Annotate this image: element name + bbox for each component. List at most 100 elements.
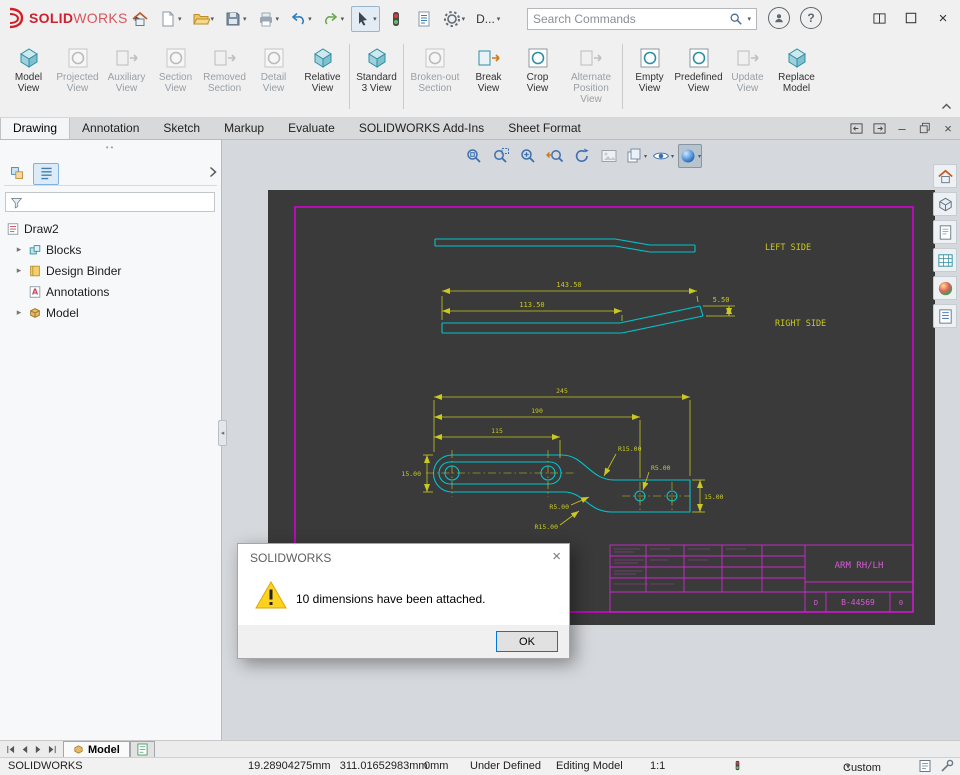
sheet-options-button[interactable]: ▾	[624, 144, 648, 168]
title-block-rev[interactable]: 0	[899, 599, 903, 607]
file-menu-button[interactable]: D... ▾	[472, 8, 504, 30]
dock-pane-right-button[interactable]	[871, 120, 887, 136]
label-left-side[interactable]: LEFT SIDE	[765, 243, 811, 253]
dimension-overall-length[interactable]: 245	[556, 387, 568, 395]
view-settings-button[interactable]: ▾	[678, 144, 702, 168]
tree-item-design-binder[interactable]: ▸ Design Binder	[0, 260, 221, 281]
tree-item-annotations[interactable]: A Annotations	[0, 281, 221, 302]
display-pane-tab[interactable]	[33, 162, 59, 185]
feature-manager-tree-tab[interactable]	[4, 163, 30, 185]
select-tool-button[interactable]: ▾	[351, 6, 380, 32]
expand-arrow-icon[interactable]: ▸	[14, 307, 24, 318]
ribbon-section-view-button[interactable]: Section View	[151, 42, 200, 98]
dimension-5-50[interactable]: 5.50	[713, 296, 730, 304]
tab-markup[interactable]: Markup	[212, 118, 276, 139]
tab-sheet-format[interactable]: Sheet Format	[496, 118, 593, 139]
next-sheet-button[interactable]	[32, 743, 45, 756]
ribbon-model-view-button[interactable]: Model View	[4, 42, 53, 98]
status-units-selector[interactable]: Custom ▾	[843, 760, 881, 774]
tree-item-draw2[interactable]: Draw2	[0, 218, 221, 239]
close-window-button[interactable]: ×	[932, 6, 954, 30]
grid-sheet-button[interactable]	[933, 248, 957, 272]
annotations-doc-button[interactable]	[933, 304, 957, 328]
hide-show-items-button[interactable]: ▾	[651, 144, 675, 168]
tree-filter-input[interactable]	[27, 196, 210, 208]
sheet-page-button[interactable]	[933, 220, 957, 244]
file-properties-button[interactable]	[412, 6, 436, 32]
dimension-hole-spacing[interactable]: 190	[531, 407, 543, 415]
tab-annotation[interactable]: Annotation	[70, 118, 151, 139]
label-right-side[interactable]: RIGHT SIDE	[775, 319, 826, 329]
last-sheet-button[interactable]	[46, 743, 59, 756]
dimension-113-50[interactable]: 113.50	[519, 301, 544, 309]
open-button[interactable]: ▾	[189, 6, 218, 32]
ribbon-removed-section-button[interactable]: Removed Section	[200, 42, 249, 98]
redraw-button[interactable]	[570, 144, 594, 168]
options-button[interactable]: ▾	[440, 6, 469, 32]
window-panes-button[interactable]	[868, 6, 890, 30]
isometric-view-button[interactable]	[933, 192, 957, 216]
ok-button[interactable]: OK	[496, 631, 558, 652]
ribbon-crop-view-button[interactable]: Crop View	[513, 42, 562, 98]
tree-item-model[interactable]: ▸ Model	[0, 302, 221, 323]
tab-solidworks-add-ins[interactable]: SOLIDWORKS Add-Ins	[347, 118, 496, 139]
ribbon-auxiliary-view-button[interactable]: Auxiliary View	[102, 42, 151, 98]
ribbon-update-view-button[interactable]: Update View	[723, 42, 772, 98]
previous-view-button[interactable]	[543, 144, 567, 168]
dimension-width-left[interactable]: 15.00	[401, 470, 421, 478]
ribbon-predefined-view-button[interactable]: Predefined View	[674, 42, 723, 98]
ribbon-replace-model-button[interactable]: Replace Model	[772, 42, 821, 98]
status-tools-icon[interactable]	[940, 759, 954, 773]
solidworks-logo[interactable]: SOLIDWORKS ▸	[6, 7, 140, 29]
draft-quality-button[interactable]	[597, 144, 621, 168]
ribbon-empty-view-button[interactable]: Empty View	[625, 42, 674, 98]
dialog-close-button[interactable]: ×	[552, 548, 561, 565]
drawing-sheet-tab[interactable]	[129, 741, 155, 757]
ribbon-relative-view-button[interactable]: Relative View	[298, 42, 347, 98]
panel-collapse-handle[interactable]: ◂	[218, 420, 227, 446]
ribbon-broken-out-section-button[interactable]: Broken-out Section	[406, 42, 464, 98]
ribbon-detail-view-button[interactable]: Detail View	[249, 42, 298, 98]
tab-drawing[interactable]: Drawing	[0, 118, 71, 139]
new-document-button[interactable]: ▾	[156, 6, 185, 32]
panel-expand-chevron-button[interactable]	[209, 166, 217, 181]
maximize-button[interactable]	[900, 6, 922, 30]
ribbon-break-view-button[interactable]: Break View	[464, 42, 513, 98]
zoom-to-fit-button[interactable]	[462, 144, 486, 168]
account-button[interactable]	[768, 7, 790, 29]
tab-evaluate[interactable]: Evaluate	[276, 118, 347, 139]
tab-sketch[interactable]: Sketch	[151, 118, 212, 139]
dock-pane-left-button[interactable]	[848, 120, 864, 136]
home-button[interactable]	[128, 6, 152, 32]
title-block-size[interactable]: D	[814, 599, 818, 607]
apply-scene-button[interactable]	[933, 276, 957, 300]
home-view-button[interactable]	[933, 164, 957, 188]
ribbon-standard-3-view-button[interactable]: Standard 3 View	[352, 42, 401, 98]
print-button[interactable]: ▾	[254, 6, 283, 32]
first-sheet-button[interactable]	[4, 743, 17, 756]
document-close-button[interactable]: ×	[940, 120, 956, 136]
model-tab[interactable]: Model	[63, 741, 130, 757]
tree-item-blocks[interactable]: ▸ Blocks	[0, 239, 221, 260]
ribbon-alternate-position-view-button[interactable]: Alternate Position View	[562, 42, 620, 108]
dimension-143-50[interactable]: 143.50	[556, 281, 581, 289]
save-button[interactable]: ▾	[221, 6, 250, 32]
panel-splitter-grip[interactable]: ••	[106, 143, 116, 152]
redo-button[interactable]: ▾	[319, 6, 348, 32]
help-button[interactable]: ?	[800, 7, 822, 29]
zoom-in-out-button[interactable]	[516, 144, 540, 168]
dimension-r5-bottom[interactable]: R5.00	[549, 503, 569, 511]
document-minimize-button[interactable]: –	[894, 120, 910, 136]
dimension-r5-top[interactable]: R5.00	[651, 464, 671, 472]
search-commands-box[interactable]: ▾	[527, 8, 757, 30]
expand-arrow-icon[interactable]: ▸	[14, 244, 24, 255]
dimension-r15-bottom[interactable]: R15.00	[535, 523, 559, 531]
previous-sheet-button[interactable]	[18, 743, 31, 756]
status-sheet-icon[interactable]	[918, 759, 932, 773]
title-block-part-name[interactable]: ARM RH/LH	[835, 561, 884, 571]
expand-arrow-icon[interactable]: ▸	[14, 265, 24, 276]
dimension-width-right[interactable]: 15.00	[704, 493, 724, 501]
ribbon-projected-view-button[interactable]: Projected View	[53, 42, 102, 98]
ribbon-collapse-chevron-button[interactable]	[941, 98, 952, 113]
document-restore-button[interactable]	[917, 120, 933, 136]
